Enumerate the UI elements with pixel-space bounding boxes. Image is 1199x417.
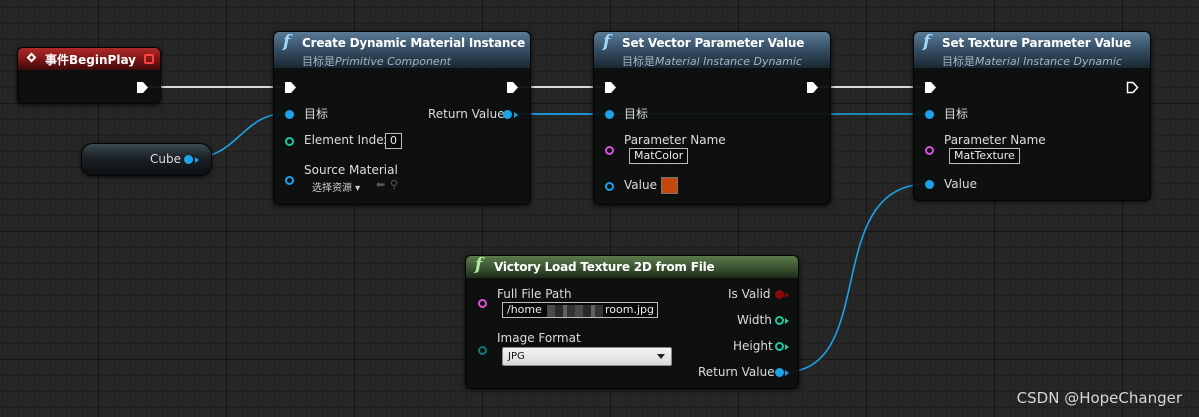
- cube-output-pin[interactable]: [184, 155, 193, 164]
- node-title: Set Vector Parameter Value: [622, 36, 805, 50]
- node-header: f Create Dynamic Material Instance 目标是Pr…: [274, 32, 530, 68]
- is-valid-label: Is Valid: [728, 287, 771, 301]
- width-label: Width: [737, 313, 772, 327]
- value-pin[interactable]: [925, 180, 934, 189]
- target-pin[interactable]: [285, 110, 294, 119]
- use-selected-arrow-icon[interactable]: ⬅: [376, 178, 385, 191]
- node-title: Set Texture Parameter Value: [942, 36, 1132, 50]
- exec-out-pin[interactable]: [1126, 81, 1139, 94]
- function-f-icon: f: [923, 32, 931, 52]
- full-file-path-label: Full File Path: [497, 287, 572, 301]
- subtitle-prefix: 目标是: [622, 55, 655, 68]
- image-format-value: JPG: [508, 351, 525, 362]
- file-path-start: /home: [507, 303, 542, 316]
- exec-out-pin[interactable]: [506, 81, 519, 94]
- set-vector-param-node[interactable]: f Set Vector Parameter Value 目标是Material…: [593, 31, 831, 205]
- return-value-arrow-icon: [785, 370, 789, 376]
- chevron-down-icon: [657, 354, 665, 359]
- event-header: 事件BeginPlay: [18, 48, 160, 70]
- parameter-name-input[interactable]: MatColor: [629, 148, 689, 164]
- is-valid-arrow-icon: [785, 292, 789, 298]
- select-asset-dropdown[interactable]: 选择资源 ▾: [312, 179, 360, 194]
- image-format-dropdown[interactable]: JPG: [502, 347, 672, 366]
- node-subtitle: 目标是Primitive Component: [302, 53, 451, 69]
- function-f-icon: f: [283, 32, 291, 52]
- cube-output-arrow-icon: [195, 157, 199, 163]
- node-title: Create Dynamic Material Instance: [302, 36, 526, 50]
- function-f-icon: f: [603, 32, 611, 52]
- color-swatch[interactable]: [661, 177, 678, 194]
- full-file-path-pin[interactable]: [478, 299, 487, 308]
- source-material-pin[interactable]: [285, 176, 294, 185]
- height-arrow-icon: [785, 344, 789, 350]
- watermark: CSDN @HopeChanger: [1016, 389, 1182, 407]
- subtitle-target: Material Instance Dynamic: [975, 55, 1122, 68]
- height-label: Height: [733, 339, 773, 353]
- parameter-name-input[interactable]: MatTexture: [949, 148, 1020, 164]
- cube-variable-node[interactable]: Cube: [81, 143, 212, 176]
- parameter-name-label: Parameter Name: [944, 133, 1046, 147]
- node-title: Victory Load Texture 2D from File: [494, 260, 715, 274]
- element-index-label: Element Index: [304, 133, 391, 147]
- target-label: 目标: [304, 107, 329, 121]
- width-pin[interactable]: [775, 316, 784, 325]
- node-header: f Set Vector Parameter Value 目标是Material…: [594, 32, 830, 68]
- height-pin[interactable]: [775, 342, 784, 351]
- node-header: f Set Texture Parameter Value 目标是Materia…: [914, 32, 1150, 68]
- target-label: 目标: [624, 107, 649, 121]
- element-index-pin[interactable]: [285, 137, 294, 146]
- target-pin[interactable]: [925, 110, 934, 119]
- node-subtitle: 目标是Material Instance Dynamic: [942, 53, 1122, 69]
- subtitle-prefix: 目标是: [942, 55, 975, 68]
- select-asset-label: 选择资源: [312, 183, 352, 194]
- victory-load-texture-node[interactable]: f Victory Load Texture 2D from File Full…: [465, 255, 799, 389]
- subtitle-target: Primitive Component: [335, 55, 451, 68]
- return-value-pin[interactable]: [775, 368, 784, 377]
- parameter-name-pin[interactable]: [925, 146, 934, 155]
- exec-in-pin[interactable]: [284, 81, 297, 94]
- node-subtitle: 目标是Material Instance Dynamic: [622, 53, 802, 69]
- source-material-label: Source Material: [304, 163, 398, 177]
- create-dmi-node[interactable]: f Create Dynamic Material Instance 目标是Pr…: [273, 31, 531, 205]
- parameter-name-label: Parameter Name: [624, 133, 726, 147]
- object-wire-texture-value[interactable]: [783, 183, 929, 373]
- subtitle-target: Material Instance Dynamic: [655, 55, 802, 68]
- cube-label: Cube: [150, 152, 181, 166]
- parameter-name-pin[interactable]: [605, 146, 614, 155]
- function-f-icon: f: [475, 255, 483, 275]
- image-format-pin[interactable]: [478, 346, 487, 355]
- event-title: 事件BeginPlay: [45, 53, 136, 67]
- event-beginplay-node[interactable]: 事件BeginPlay: [17, 47, 161, 104]
- exec-out-pin[interactable]: [806, 81, 819, 94]
- target-label: 目标: [944, 107, 969, 121]
- exec-in-pin[interactable]: [924, 81, 937, 94]
- exec-out-pin[interactable]: [136, 81, 149, 94]
- width-arrow-icon: [785, 318, 789, 324]
- return-value-pin[interactable]: [503, 110, 512, 119]
- set-texture-param-node[interactable]: f Set Texture Parameter Value 目标是Materia…: [913, 31, 1151, 201]
- full-file-path-input[interactable]: /home room.jpg: [502, 302, 658, 318]
- delegate-pin-icon[interactable]: [144, 54, 154, 64]
- value-label: Value: [944, 177, 977, 191]
- value-pin[interactable]: [605, 182, 614, 191]
- target-pin[interactable]: [605, 110, 614, 119]
- return-value-label: Return Value: [698, 365, 775, 379]
- value-label: Value: [624, 178, 657, 192]
- node-header: f Victory Load Texture 2D from File: [466, 256, 798, 278]
- element-index-input[interactable]: 0: [385, 133, 402, 149]
- is-valid-pin[interactable]: [775, 290, 784, 299]
- return-value-arrow-icon: [514, 112, 518, 118]
- return-value-label: Return Value: [428, 107, 505, 121]
- browse-search-icon[interactable]: ⚲: [390, 178, 398, 191]
- file-path-end: room.jpg: [605, 303, 654, 316]
- exec-in-pin[interactable]: [604, 81, 617, 94]
- subtitle-prefix: 目标是: [302, 55, 335, 68]
- image-format-label: Image Format: [497, 331, 581, 345]
- redacted-path-segment: [547, 305, 603, 317]
- event-diamond-icon: [26, 52, 37, 63]
